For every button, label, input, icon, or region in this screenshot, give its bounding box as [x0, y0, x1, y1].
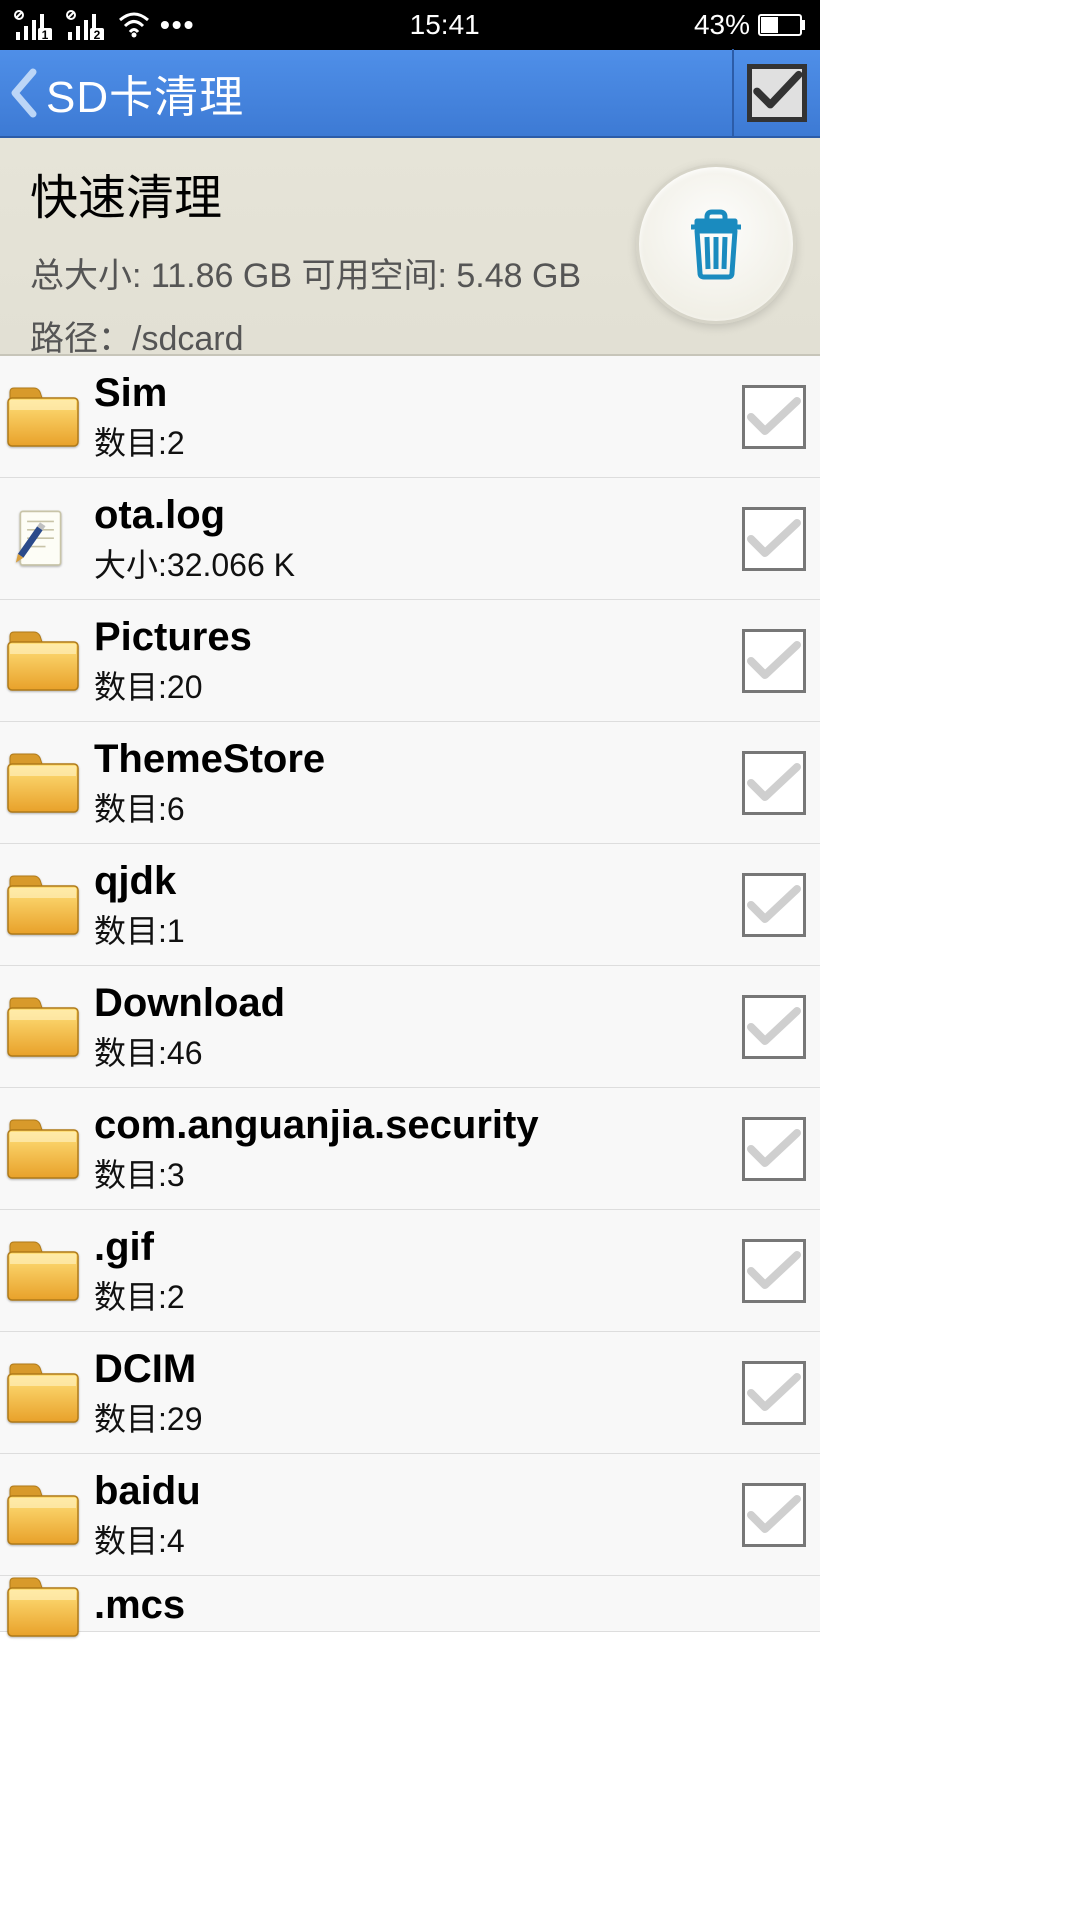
item-name: Download — [94, 980, 742, 1026]
list-item[interactable]: Download数目:46 — [0, 966, 820, 1088]
svg-text:2: 2 — [94, 28, 101, 40]
item-info: ThemeStore数目:6 — [94, 736, 742, 830]
wifi-icon — [118, 12, 150, 38]
more-icon: ••• — [160, 9, 195, 41]
status-right: 43% — [694, 9, 806, 41]
list-item[interactable]: Pictures数目:20 — [0, 600, 820, 722]
list-item[interactable]: DCIM数目:29 — [0, 1332, 820, 1454]
item-checkbox[interactable] — [742, 1239, 806, 1303]
item-sub: 数目:4 — [94, 1516, 742, 1562]
item-checkbox[interactable] — [742, 995, 806, 1059]
item-name: .gif — [94, 1224, 742, 1270]
folder-icon — [6, 1118, 80, 1180]
battery-icon — [758, 14, 806, 36]
item-info: com.anguanjia.security数目:3 — [94, 1102, 742, 1196]
item-name: com.anguanjia.security — [94, 1102, 742, 1148]
folder-icon — [6, 874, 80, 936]
folder-icon — [6, 1240, 80, 1302]
signal-sim2-icon: 2 — [66, 10, 108, 40]
item-info: .gif数目:2 — [94, 1224, 742, 1318]
file-list[interactable]: Sim数目:2 ota.log大小:32.066 K Pictures数目:20… — [0, 356, 820, 1632]
item-info: Pictures数目:20 — [94, 614, 742, 708]
title-bar: SD卡清理 — [0, 50, 820, 138]
item-name: qjdk — [94, 858, 742, 904]
check-icon — [747, 1371, 801, 1415]
list-item[interactable]: ota.log大小:32.066 K — [0, 478, 820, 600]
check-icon — [747, 761, 801, 805]
check-icon — [747, 1493, 801, 1537]
item-name: Sim — [94, 370, 742, 416]
item-checkbox[interactable] — [742, 385, 806, 449]
item-checkbox[interactable] — [742, 629, 806, 693]
folder-icon — [6, 1576, 80, 1638]
back-button[interactable] — [0, 49, 46, 137]
item-checkbox[interactable] — [742, 507, 806, 571]
item-info: qjdk数目:1 — [94, 858, 742, 952]
list-item[interactable]: Sim数目:2 — [0, 356, 820, 478]
item-sub: 数目:1 — [94, 906, 742, 952]
item-sub: 数目:20 — [94, 662, 742, 708]
battery-text: 43% — [694, 9, 750, 41]
item-name: Pictures — [94, 614, 742, 660]
item-name: DCIM — [94, 1346, 742, 1392]
summary-path: 路径：/sdcard — [30, 311, 790, 360]
folder-icon — [6, 1484, 80, 1546]
item-info: ota.log大小:32.066 K — [94, 492, 742, 586]
item-sub: 数目:3 — [94, 1150, 742, 1196]
folder-icon — [6, 1362, 80, 1424]
check-icon — [747, 1249, 801, 1293]
check-icon — [747, 883, 801, 927]
summary-panel: 快速清理 总大小: 11.86 GB 可用空间: 5.48 GB 路径：/sdc… — [0, 138, 820, 356]
list-item[interactable]: com.anguanjia.security数目:3 — [0, 1088, 820, 1210]
svg-text:1: 1 — [42, 28, 49, 40]
status-left: 1 2 ••• — [14, 9, 195, 41]
item-name: ThemeStore — [94, 736, 742, 782]
check-icon — [747, 1005, 801, 1049]
select-all-checkbox-icon — [747, 64, 807, 122]
item-info: .mcs — [94, 1586, 806, 1628]
signal-sim1-icon: 1 — [14, 10, 56, 40]
item-info: Sim数目:2 — [94, 370, 742, 464]
folder-icon — [6, 386, 80, 448]
delete-button[interactable] — [636, 164, 796, 324]
folder-icon — [6, 630, 80, 692]
item-name: baidu — [94, 1468, 742, 1514]
item-info: baidu数目:4 — [94, 1468, 742, 1562]
check-icon — [747, 517, 801, 561]
item-checkbox[interactable] — [742, 751, 806, 815]
item-info: DCIM数目:29 — [94, 1346, 742, 1440]
check-icon — [747, 395, 801, 439]
item-checkbox[interactable] — [742, 1483, 806, 1547]
check-icon — [747, 639, 801, 683]
item-checkbox[interactable] — [742, 1117, 806, 1181]
check-icon — [747, 1127, 801, 1171]
status-bar: 1 2 ••• 15:41 43% — [0, 0, 820, 50]
item-sub: 大小:32.066 K — [94, 540, 742, 586]
page-title: SD卡清理 — [46, 61, 732, 125]
item-sub: 数目:29 — [94, 1394, 742, 1440]
item-checkbox[interactable] — [742, 873, 806, 937]
list-item[interactable]: .mcs — [0, 1576, 820, 1632]
item-sub: 数目:6 — [94, 784, 742, 830]
chevron-left-icon — [9, 68, 37, 118]
item-sub: 数目:2 — [94, 1272, 742, 1318]
trash-icon — [683, 207, 749, 281]
select-all-button[interactable] — [732, 49, 820, 137]
item-name: .mcs — [94, 1582, 806, 1628]
folder-icon — [6, 996, 80, 1058]
list-item[interactable]: qjdk数目:1 — [0, 844, 820, 966]
file-icon — [6, 508, 80, 570]
item-name: ota.log — [94, 492, 742, 538]
item-checkbox[interactable] — [742, 1361, 806, 1425]
item-sub: 数目:46 — [94, 1028, 742, 1074]
list-item[interactable]: ThemeStore数目:6 — [0, 722, 820, 844]
item-sub: 数目:2 — [94, 418, 742, 464]
item-info: Download数目:46 — [94, 980, 742, 1074]
list-item[interactable]: .gif数目:2 — [0, 1210, 820, 1332]
list-item[interactable]: baidu数目:4 — [0, 1454, 820, 1576]
status-time: 15:41 — [410, 9, 480, 41]
folder-icon — [6, 752, 80, 814]
